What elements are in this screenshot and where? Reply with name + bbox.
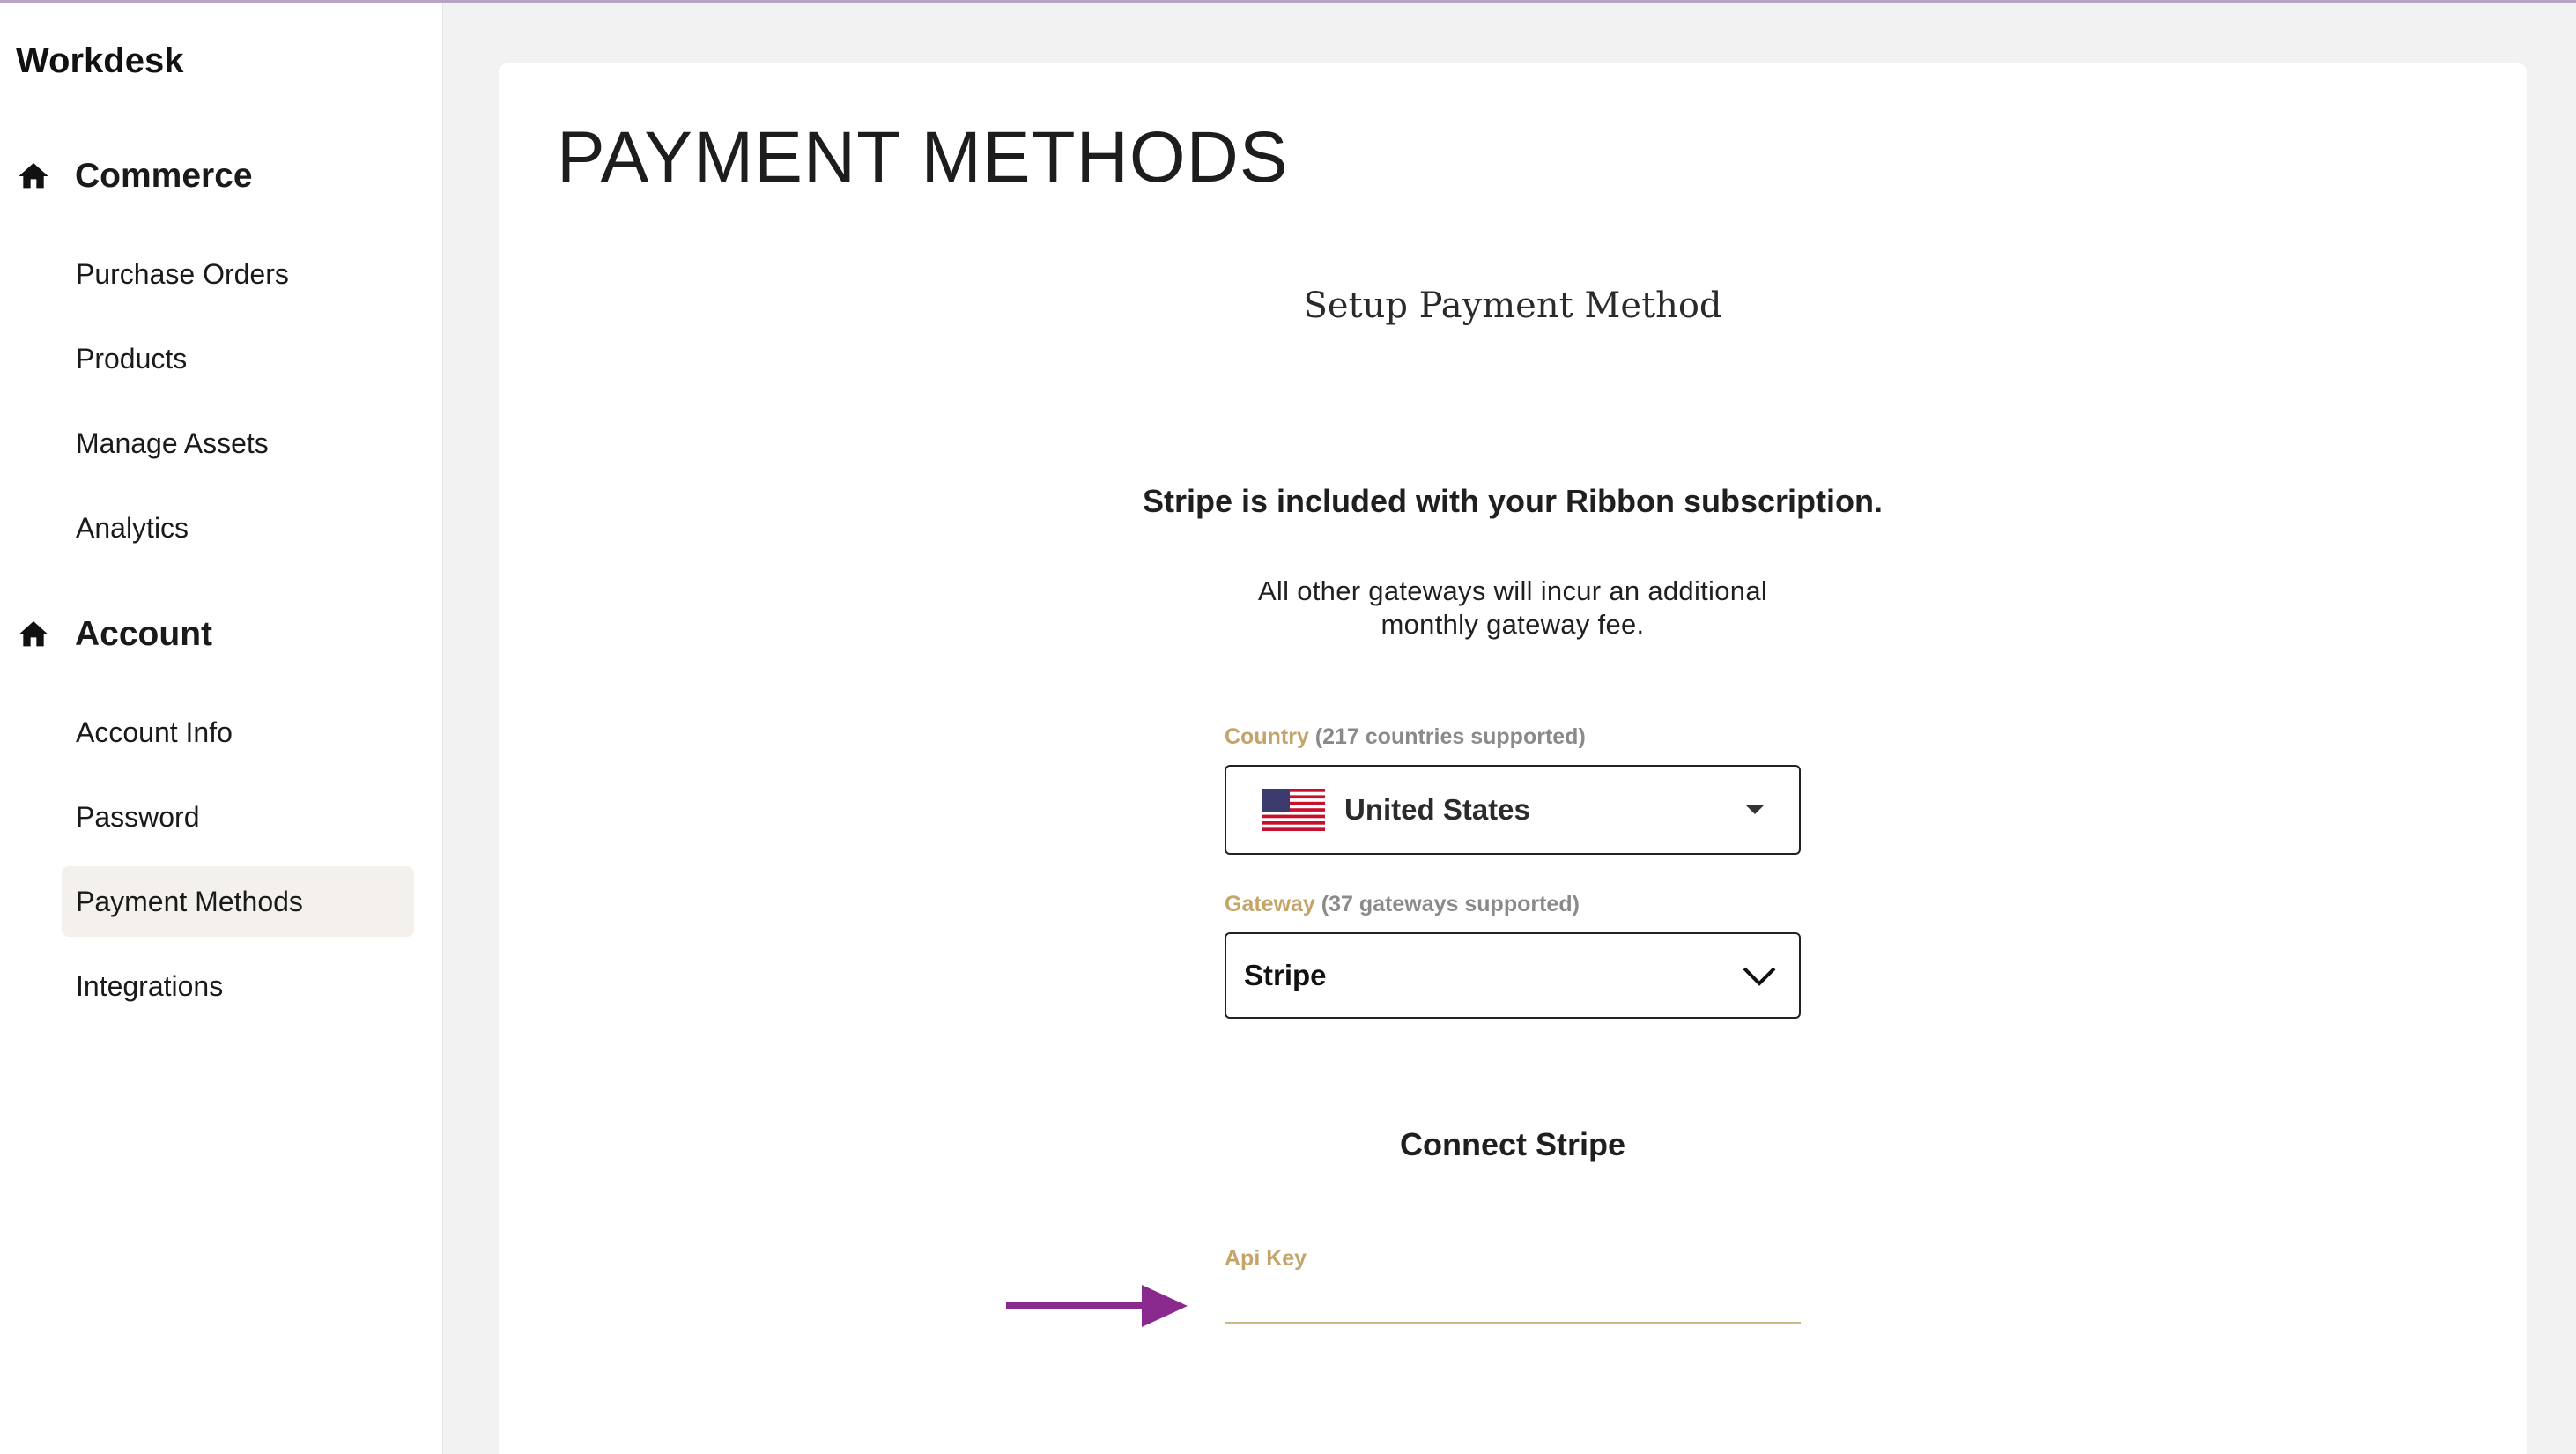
page-title: PAYMENT METHODS [557, 117, 1289, 197]
sidebar-item-products[interactable]: Products [62, 323, 414, 394]
sidebar: Workdesk Commerce Purchase Orders Produc… [0, 3, 443, 1454]
fee-note: All other gateways will incur an additio… [1257, 575, 1768, 640]
api-key-label-text: Api Key [1225, 1246, 1307, 1271]
setup-heading: Setup Payment Method [1303, 286, 1722, 326]
gateway-label-hint: (37 gateways supported) [1321, 892, 1580, 916]
sidebar-item-integrations[interactable]: Integrations [62, 951, 414, 1021]
brand-logo[interactable]: Workdesk [16, 41, 183, 81]
sidebar-item-account-info[interactable]: Account Info [62, 697, 414, 768]
country-select[interactable]: United States [1225, 765, 1801, 855]
sidebar-section-title: Commerce [75, 157, 253, 195]
connect-heading: Connect Stripe [1399, 1126, 1626, 1162]
us-flag-icon [1262, 789, 1325, 831]
country-label-hint: (217 countries supported) [1314, 724, 1586, 749]
gateway-label: Gateway (37 gateways supported) [1225, 892, 1580, 917]
sidebar-item-payment-methods[interactable]: Payment Methods [62, 866, 414, 937]
country-value: United States [1344, 793, 1530, 826]
sidebar-item-password[interactable]: Password [62, 782, 414, 852]
api-key-label: Api Key [1225, 1246, 1307, 1272]
api-key-input[interactable] [1225, 1272, 1801, 1324]
gateway-value: Stripe [1244, 959, 1327, 991]
sidebar-item-manage-assets[interactable]: Manage Assets [62, 408, 414, 478]
sidebar-item-analytics[interactable]: Analytics [62, 493, 414, 563]
country-label-text: Country [1225, 724, 1309, 749]
included-note: Stripe is included with your Ribbon subs… [1142, 483, 1884, 519]
home-icon [19, 163, 48, 189]
gateway-select[interactable]: Stripe [1225, 932, 1801, 1019]
main-card: PAYMENT METHODS Setup Payment Method Str… [499, 63, 2527, 1454]
sidebar-section-commerce[interactable]: Commerce [16, 157, 253, 196]
home-icon [19, 621, 48, 647]
sidebar-section-account[interactable]: Account [16, 615, 212, 654]
gateway-label-text: Gateway [1225, 892, 1315, 916]
sidebar-item-purchase-orders[interactable]: Purchase Orders [62, 239, 414, 309]
chevron-down-icon [1743, 967, 1776, 986]
annotation-arrow-icon [1006, 1285, 1188, 1327]
sidebar-section-title: Account [75, 615, 212, 653]
caret-down-icon [1746, 805, 1764, 814]
country-label: Country (217 countries supported) [1225, 724, 1586, 750]
